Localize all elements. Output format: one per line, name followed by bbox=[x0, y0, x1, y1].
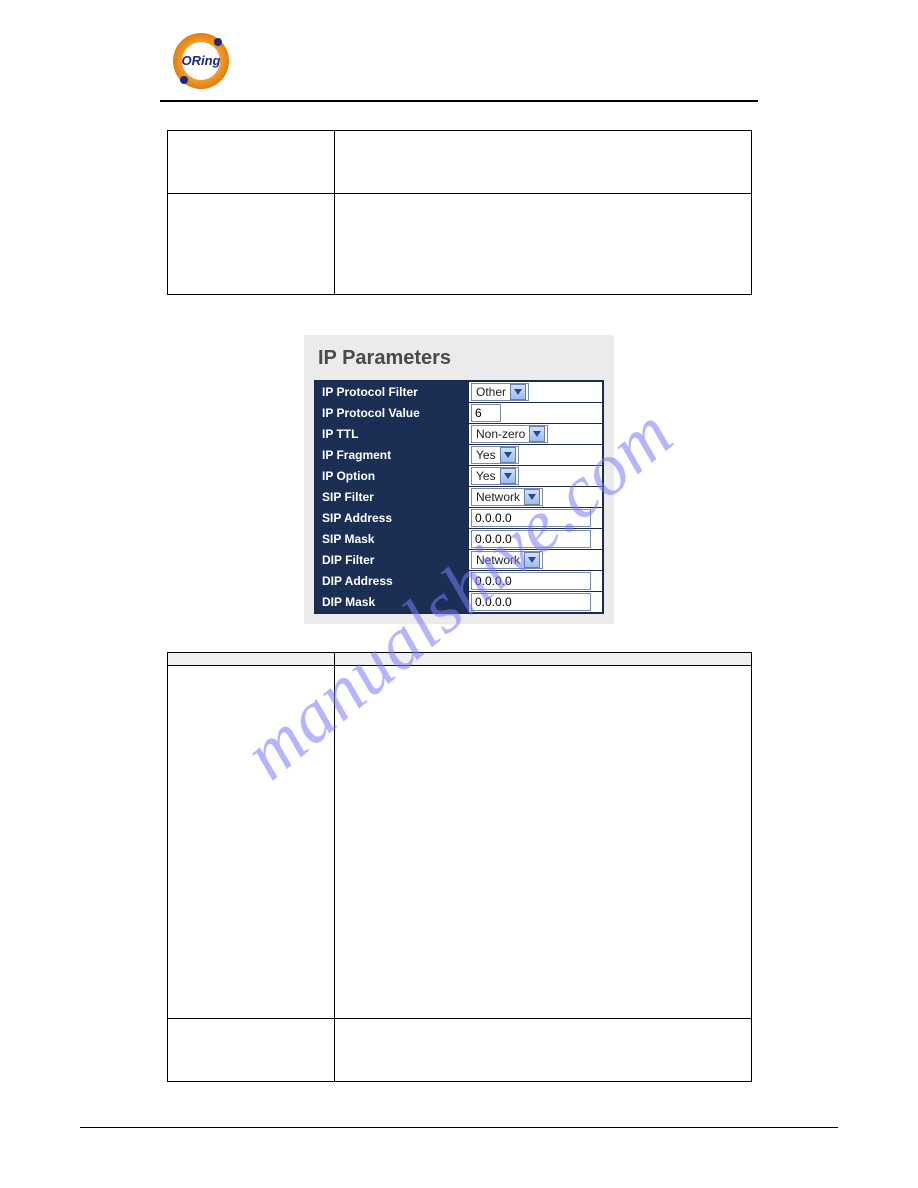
header-cell bbox=[167, 653, 334, 666]
label-dip-address: DIP Address bbox=[315, 571, 469, 592]
label-ip-ttl: IP TTL bbox=[315, 424, 469, 445]
row-sip-filter: SIP Filter Network bbox=[315, 487, 603, 508]
chevron-down-icon bbox=[510, 384, 526, 400]
select-value: Yes bbox=[476, 469, 496, 483]
select-ip-option[interactable]: Yes bbox=[471, 467, 519, 485]
row-ip-fragment: IP Fragment Yes bbox=[315, 445, 603, 466]
lower-table bbox=[167, 652, 752, 1082]
row-dip-mask: DIP Mask bbox=[315, 592, 603, 614]
page: manualshive.com ORing bbox=[0, 0, 918, 1188]
panel-title: IP Parameters bbox=[318, 347, 604, 370]
cell-label bbox=[167, 666, 334, 1019]
input-dip-mask[interactable] bbox=[471, 593, 591, 611]
brand-logo: ORing bbox=[170, 30, 232, 92]
select-sip-filter[interactable]: Network bbox=[471, 488, 543, 506]
cell-label bbox=[167, 194, 334, 295]
chevron-down-icon bbox=[524, 552, 540, 568]
input-sip-mask[interactable] bbox=[471, 530, 591, 548]
select-value: Network bbox=[476, 553, 520, 567]
row-ip-option: IP Option Yes bbox=[315, 466, 603, 487]
label-sip-mask: SIP Mask bbox=[315, 529, 469, 550]
input-sip-address[interactable] bbox=[471, 509, 591, 527]
label-ip-option: IP Option bbox=[315, 466, 469, 487]
select-value: Other bbox=[476, 385, 506, 399]
cell-desc bbox=[334, 666, 751, 1019]
header: ORing bbox=[80, 30, 838, 96]
table-row bbox=[167, 131, 751, 194]
row-sip-address: SIP Address bbox=[315, 508, 603, 529]
select-ip-protocol-filter[interactable]: Other bbox=[471, 383, 529, 401]
table-row bbox=[167, 1019, 751, 1082]
label-sip-filter: SIP Filter bbox=[315, 487, 469, 508]
label-dip-filter: DIP Filter bbox=[315, 550, 469, 571]
select-value: Yes bbox=[476, 448, 496, 462]
select-dip-filter[interactable]: Network bbox=[471, 551, 543, 569]
row-ip-protocol-filter: IP Protocol Filter Other bbox=[315, 381, 603, 403]
label-ip-fragment: IP Fragment bbox=[315, 445, 469, 466]
table-row bbox=[167, 666, 751, 1019]
row-ip-protocol-value: IP Protocol Value bbox=[315, 403, 603, 424]
row-sip-mask: SIP Mask bbox=[315, 529, 603, 550]
ip-parameters-table: IP Protocol Filter Other IP Protocol Val… bbox=[314, 380, 604, 614]
label-sip-address: SIP Address bbox=[315, 508, 469, 529]
chevron-down-icon bbox=[500, 468, 516, 484]
input-dip-address[interactable] bbox=[471, 572, 591, 590]
chevron-down-icon bbox=[500, 447, 516, 463]
svg-text:ORing: ORing bbox=[182, 53, 221, 68]
ip-parameters-panel: IP Parameters IP Protocol Filter Other I… bbox=[304, 335, 614, 624]
label-ip-protocol-filter: IP Protocol Filter bbox=[315, 381, 469, 403]
table-header-row bbox=[167, 653, 751, 666]
cell-desc bbox=[334, 194, 751, 295]
chevron-down-icon bbox=[524, 489, 540, 505]
chevron-down-icon bbox=[529, 426, 545, 442]
cell-desc bbox=[334, 1019, 751, 1082]
select-value: Network bbox=[476, 490, 520, 504]
label-ip-protocol-value: IP Protocol Value bbox=[315, 403, 469, 424]
cell-desc bbox=[334, 131, 751, 194]
label-dip-mask: DIP Mask bbox=[315, 592, 469, 614]
row-dip-address: DIP Address bbox=[315, 571, 603, 592]
table-row bbox=[167, 194, 751, 295]
footer-rule bbox=[80, 1127, 838, 1128]
upper-table bbox=[167, 130, 752, 295]
row-ip-ttl: IP TTL Non-zero bbox=[315, 424, 603, 445]
select-ip-ttl[interactable]: Non-zero bbox=[471, 425, 548, 443]
select-value: Non-zero bbox=[476, 427, 525, 441]
input-ip-protocol-value[interactable] bbox=[471, 404, 501, 422]
header-cell bbox=[334, 653, 751, 666]
row-dip-filter: DIP Filter Network bbox=[315, 550, 603, 571]
cell-label bbox=[167, 131, 334, 194]
header-rule bbox=[160, 100, 758, 102]
select-ip-fragment[interactable]: Yes bbox=[471, 446, 519, 464]
cell-label bbox=[167, 1019, 334, 1082]
